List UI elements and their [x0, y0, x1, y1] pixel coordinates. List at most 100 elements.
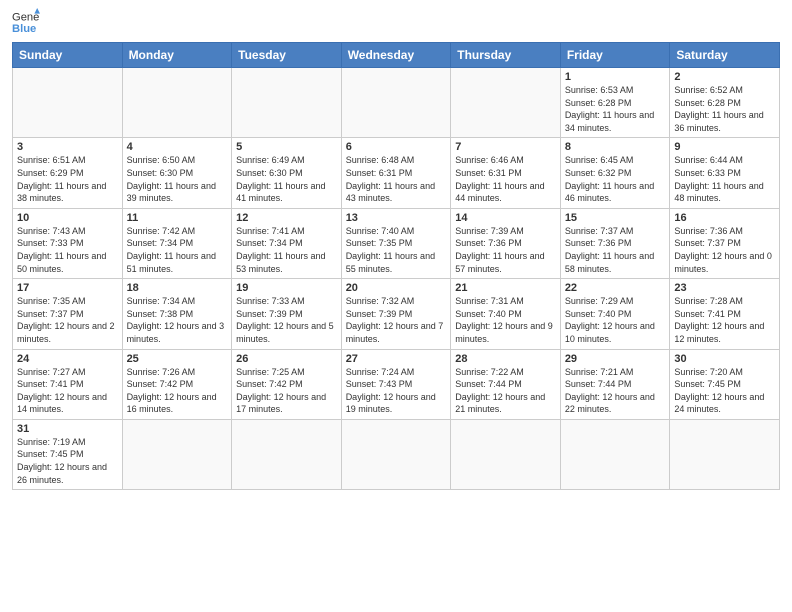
calendar-cell — [341, 419, 451, 489]
calendar-cell: 2Sunrise: 6:52 AM Sunset: 6:28 PM Daylig… — [670, 68, 780, 138]
day-number: 10 — [17, 212, 118, 224]
day-number: 1 — [565, 71, 666, 83]
day-number: 17 — [17, 282, 118, 294]
header: General Blue — [12, 10, 780, 36]
day-number: 7 — [455, 141, 556, 153]
day-info: Sunrise: 6:51 AM Sunset: 6:29 PM Dayligh… — [17, 154, 118, 204]
weekday-header-saturday: Saturday — [670, 43, 780, 68]
weekday-header-thursday: Thursday — [451, 43, 561, 68]
calendar-cell: 30Sunrise: 7:20 AM Sunset: 7:45 PM Dayli… — [670, 349, 780, 419]
day-info: Sunrise: 6:52 AM Sunset: 6:28 PM Dayligh… — [674, 84, 775, 134]
calendar-cell: 12Sunrise: 7:41 AM Sunset: 7:34 PM Dayli… — [232, 208, 342, 278]
calendar-cell — [232, 68, 342, 138]
calendar-cell: 22Sunrise: 7:29 AM Sunset: 7:40 PM Dayli… — [560, 279, 670, 349]
day-number: 15 — [565, 212, 666, 224]
calendar-cell: 10Sunrise: 7:43 AM Sunset: 7:33 PM Dayli… — [13, 208, 123, 278]
calendar-cell: 11Sunrise: 7:42 AM Sunset: 7:34 PM Dayli… — [122, 208, 232, 278]
day-info: Sunrise: 7:22 AM Sunset: 7:44 PM Dayligh… — [455, 366, 556, 416]
calendar-cell: 28Sunrise: 7:22 AM Sunset: 7:44 PM Dayli… — [451, 349, 561, 419]
day-info: Sunrise: 7:40 AM Sunset: 7:35 PM Dayligh… — [346, 225, 447, 275]
calendar-cell: 20Sunrise: 7:32 AM Sunset: 7:39 PM Dayli… — [341, 279, 451, 349]
day-number: 29 — [565, 353, 666, 365]
day-info: Sunrise: 7:34 AM Sunset: 7:38 PM Dayligh… — [127, 295, 228, 345]
calendar-week-4: 24Sunrise: 7:27 AM Sunset: 7:41 PM Dayli… — [13, 349, 780, 419]
day-number: 19 — [236, 282, 337, 294]
day-number: 26 — [236, 353, 337, 365]
calendar-cell: 1Sunrise: 6:53 AM Sunset: 6:28 PM Daylig… — [560, 68, 670, 138]
day-info: Sunrise: 6:50 AM Sunset: 6:30 PM Dayligh… — [127, 154, 228, 204]
svg-text:Blue: Blue — [12, 23, 36, 35]
calendar-cell: 15Sunrise: 7:37 AM Sunset: 7:36 PM Dayli… — [560, 208, 670, 278]
calendar-cell — [341, 68, 451, 138]
day-number: 13 — [346, 212, 447, 224]
calendar-cell: 24Sunrise: 7:27 AM Sunset: 7:41 PM Dayli… — [13, 349, 123, 419]
day-info: Sunrise: 7:27 AM Sunset: 7:41 PM Dayligh… — [17, 366, 118, 416]
calendar-week-2: 10Sunrise: 7:43 AM Sunset: 7:33 PM Dayli… — [13, 208, 780, 278]
day-info: Sunrise: 7:28 AM Sunset: 7:41 PM Dayligh… — [674, 295, 775, 345]
day-info: Sunrise: 7:43 AM Sunset: 7:33 PM Dayligh… — [17, 225, 118, 275]
day-number: 27 — [346, 353, 447, 365]
day-number: 3 — [17, 141, 118, 153]
calendar-cell: 25Sunrise: 7:26 AM Sunset: 7:42 PM Dayli… — [122, 349, 232, 419]
day-info: Sunrise: 7:37 AM Sunset: 7:36 PM Dayligh… — [565, 225, 666, 275]
calendar-table: SundayMondayTuesdayWednesdayThursdayFrid… — [12, 42, 780, 490]
day-number: 8 — [565, 141, 666, 153]
calendar-cell — [560, 419, 670, 489]
calendar-cell — [232, 419, 342, 489]
day-number: 11 — [127, 212, 228, 224]
day-info: Sunrise: 7:29 AM Sunset: 7:40 PM Dayligh… — [565, 295, 666, 345]
day-number: 24 — [17, 353, 118, 365]
weekday-header-sunday: Sunday — [13, 43, 123, 68]
calendar-cell: 3Sunrise: 6:51 AM Sunset: 6:29 PM Daylig… — [13, 138, 123, 208]
calendar-cell: 26Sunrise: 7:25 AM Sunset: 7:42 PM Dayli… — [232, 349, 342, 419]
calendar-cell: 9Sunrise: 6:44 AM Sunset: 6:33 PM Daylig… — [670, 138, 780, 208]
calendar-cell — [451, 419, 561, 489]
day-info: Sunrise: 7:26 AM Sunset: 7:42 PM Dayligh… — [127, 366, 228, 416]
calendar-cell: 18Sunrise: 7:34 AM Sunset: 7:38 PM Dayli… — [122, 279, 232, 349]
day-number: 5 — [236, 141, 337, 153]
calendar-cell: 29Sunrise: 7:21 AM Sunset: 7:44 PM Dayli… — [560, 349, 670, 419]
day-info: Sunrise: 7:25 AM Sunset: 7:42 PM Dayligh… — [236, 366, 337, 416]
day-number: 31 — [17, 423, 118, 435]
day-info: Sunrise: 6:48 AM Sunset: 6:31 PM Dayligh… — [346, 154, 447, 204]
day-info: Sunrise: 7:21 AM Sunset: 7:44 PM Dayligh… — [565, 366, 666, 416]
calendar-cell: 21Sunrise: 7:31 AM Sunset: 7:40 PM Dayli… — [451, 279, 561, 349]
calendar-week-5: 31Sunrise: 7:19 AM Sunset: 7:45 PM Dayli… — [13, 419, 780, 489]
logo: General Blue — [12, 10, 40, 36]
calendar-cell — [13, 68, 123, 138]
calendar-week-0: 1Sunrise: 6:53 AM Sunset: 6:28 PM Daylig… — [13, 68, 780, 138]
calendar-cell: 6Sunrise: 6:48 AM Sunset: 6:31 PM Daylig… — [341, 138, 451, 208]
day-number: 6 — [346, 141, 447, 153]
weekday-header-friday: Friday — [560, 43, 670, 68]
day-number: 14 — [455, 212, 556, 224]
calendar-week-3: 17Sunrise: 7:35 AM Sunset: 7:37 PM Dayli… — [13, 279, 780, 349]
day-info: Sunrise: 6:53 AM Sunset: 6:28 PM Dayligh… — [565, 84, 666, 134]
day-info: Sunrise: 6:46 AM Sunset: 6:31 PM Dayligh… — [455, 154, 556, 204]
calendar-cell: 13Sunrise: 7:40 AM Sunset: 7:35 PM Dayli… — [341, 208, 451, 278]
calendar-cell — [670, 419, 780, 489]
weekday-header-tuesday: Tuesday — [232, 43, 342, 68]
day-number: 20 — [346, 282, 447, 294]
day-number: 18 — [127, 282, 228, 294]
day-info: Sunrise: 7:33 AM Sunset: 7:39 PM Dayligh… — [236, 295, 337, 345]
calendar-cell: 31Sunrise: 7:19 AM Sunset: 7:45 PM Dayli… — [13, 419, 123, 489]
day-number: 21 — [455, 282, 556, 294]
day-info: Sunrise: 7:31 AM Sunset: 7:40 PM Dayligh… — [455, 295, 556, 345]
day-info: Sunrise: 7:20 AM Sunset: 7:45 PM Dayligh… — [674, 366, 775, 416]
day-number: 30 — [674, 353, 775, 365]
day-number: 28 — [455, 353, 556, 365]
day-number: 4 — [127, 141, 228, 153]
calendar-cell: 4Sunrise: 6:50 AM Sunset: 6:30 PM Daylig… — [122, 138, 232, 208]
calendar-cell: 7Sunrise: 6:46 AM Sunset: 6:31 PM Daylig… — [451, 138, 561, 208]
page-container: General Blue SundayMondayTuesdayWednesda… — [0, 0, 792, 496]
day-number: 2 — [674, 71, 775, 83]
day-info: Sunrise: 7:39 AM Sunset: 7:36 PM Dayligh… — [455, 225, 556, 275]
calendar-cell — [122, 419, 232, 489]
calendar-cell: 16Sunrise: 7:36 AM Sunset: 7:37 PM Dayli… — [670, 208, 780, 278]
day-number: 9 — [674, 141, 775, 153]
day-number: 25 — [127, 353, 228, 365]
calendar-cell: 17Sunrise: 7:35 AM Sunset: 7:37 PM Dayli… — [13, 279, 123, 349]
day-info: Sunrise: 7:19 AM Sunset: 7:45 PM Dayligh… — [17, 436, 118, 486]
weekday-header-monday: Monday — [122, 43, 232, 68]
calendar-cell — [451, 68, 561, 138]
